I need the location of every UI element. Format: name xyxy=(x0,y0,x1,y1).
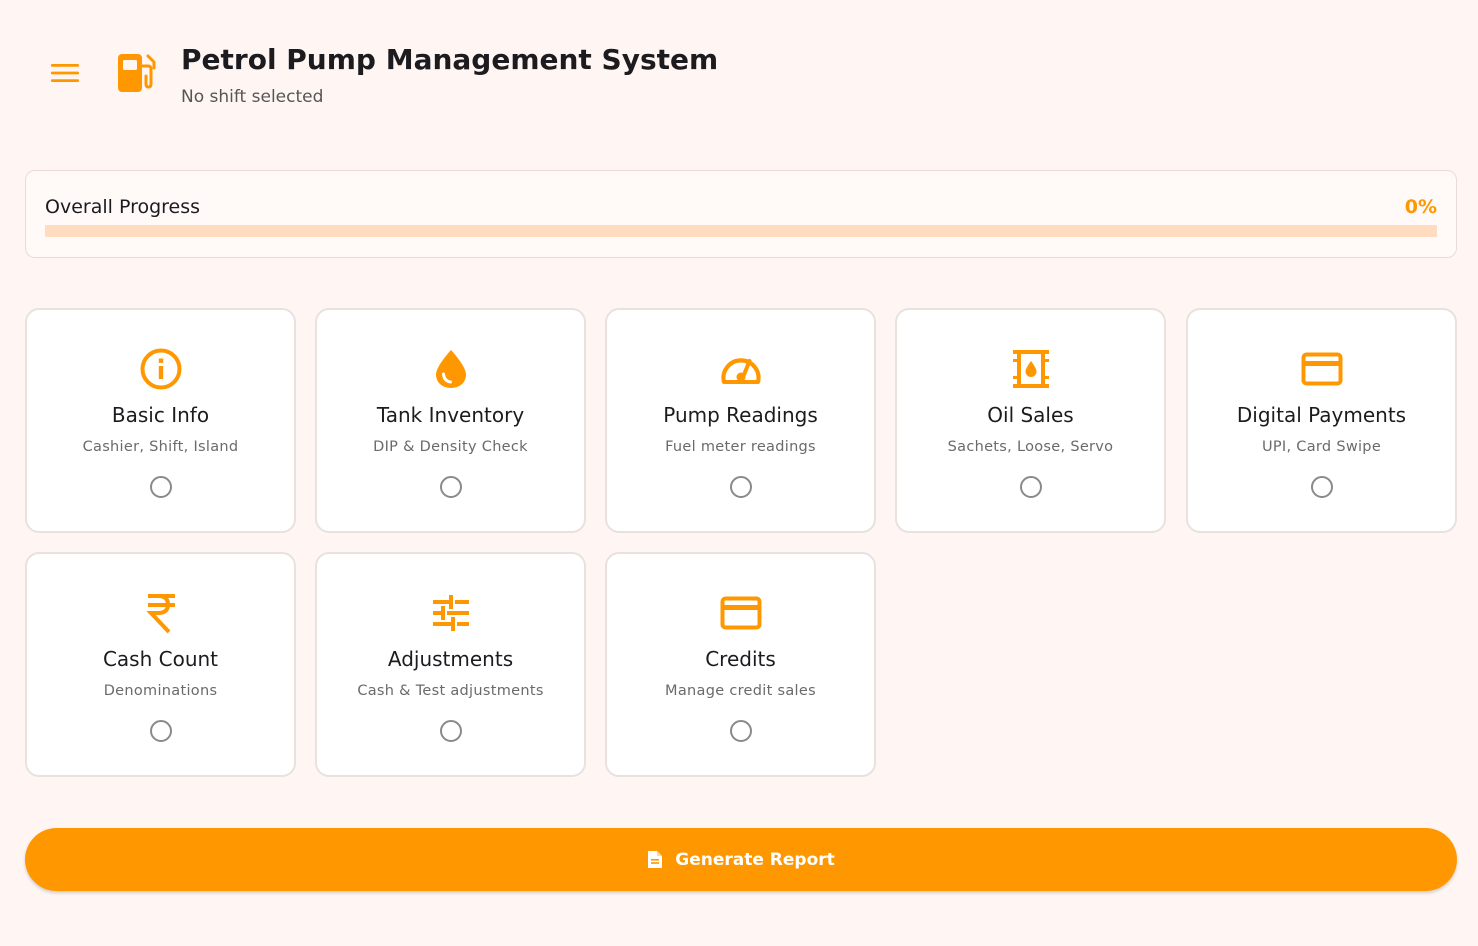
card-subtitle: Denominations xyxy=(103,683,218,699)
card-subtitle: Manage credit sales xyxy=(665,683,816,699)
speedometer-icon xyxy=(719,347,763,391)
card-oil-sales[interactable]: Oil Sales Sachets, Loose, Servo xyxy=(895,308,1166,533)
shift-status: No shift selected xyxy=(181,87,324,107)
tune-icon xyxy=(429,591,473,635)
card-tank-inventory[interactable]: Tank Inventory DIP & Density Check xyxy=(315,308,586,533)
rupee-icon xyxy=(139,591,183,635)
completion-radio[interactable] xyxy=(439,476,462,498)
card-subtitle: UPI, Card Swipe xyxy=(1261,439,1382,455)
card-title: Adjustments xyxy=(387,647,514,671)
completion-radio[interactable] xyxy=(149,476,172,498)
completion-radio[interactable] xyxy=(729,476,752,498)
generate-report-label: Generate Report xyxy=(675,849,835,870)
card-pump-readings[interactable]: Pump Readings Fuel meter readings xyxy=(605,308,876,533)
oil-barrel-icon xyxy=(1009,347,1053,391)
card-title: Cash Count xyxy=(102,647,219,671)
card-title: Oil Sales xyxy=(987,403,1074,427)
completion-radio[interactable] xyxy=(729,720,752,742)
card-title: Tank Inventory xyxy=(376,403,525,427)
card-title: Pump Readings xyxy=(663,403,818,427)
menu-button[interactable] xyxy=(46,56,84,90)
document-icon xyxy=(648,851,663,868)
menu-icon xyxy=(51,64,79,82)
completion-radio[interactable] xyxy=(149,720,172,742)
generate-report-button[interactable]: Generate Report xyxy=(25,828,1457,891)
credit-card-icon xyxy=(719,591,763,635)
page-title: Petrol Pump Management System xyxy=(181,43,719,76)
completion-radio[interactable] xyxy=(1019,476,1042,498)
card-adjustments[interactable]: Adjustments Cash & Test adjustments xyxy=(315,552,586,777)
card-subtitle: Cash & Test adjustments xyxy=(357,683,544,699)
info-icon xyxy=(139,347,183,391)
progress-label: Overall Progress xyxy=(45,196,201,218)
progress-percentage: 0% xyxy=(1404,196,1437,218)
credit-card-icon xyxy=(1300,347,1344,391)
card-title: Basic Info xyxy=(111,403,210,427)
card-title: Credits xyxy=(705,647,776,671)
fuel-pump-icon xyxy=(118,54,156,92)
card-subtitle: DIP & Density Check xyxy=(373,439,528,455)
water-drop-icon xyxy=(429,347,473,391)
overall-progress-card: Overall Progress 0% xyxy=(25,170,1457,258)
completion-radio[interactable] xyxy=(1310,476,1333,498)
card-title: Digital Payments xyxy=(1236,403,1407,427)
card-cash-count[interactable]: Cash Count Denominations xyxy=(25,552,296,777)
completion-radio[interactable] xyxy=(439,720,462,742)
card-subtitle: Cashier, Shift, Island xyxy=(82,439,239,455)
progress-bar xyxy=(45,225,1437,237)
card-subtitle: Sachets, Loose, Servo xyxy=(947,439,1114,455)
card-digital-payments[interactable]: Digital Payments UPI, Card Swipe xyxy=(1186,308,1457,533)
card-basic-info[interactable]: Basic Info Cashier, Shift, Island xyxy=(25,308,296,533)
card-credits[interactable]: Credits Manage credit sales xyxy=(605,552,876,777)
card-subtitle: Fuel meter readings xyxy=(665,439,816,455)
